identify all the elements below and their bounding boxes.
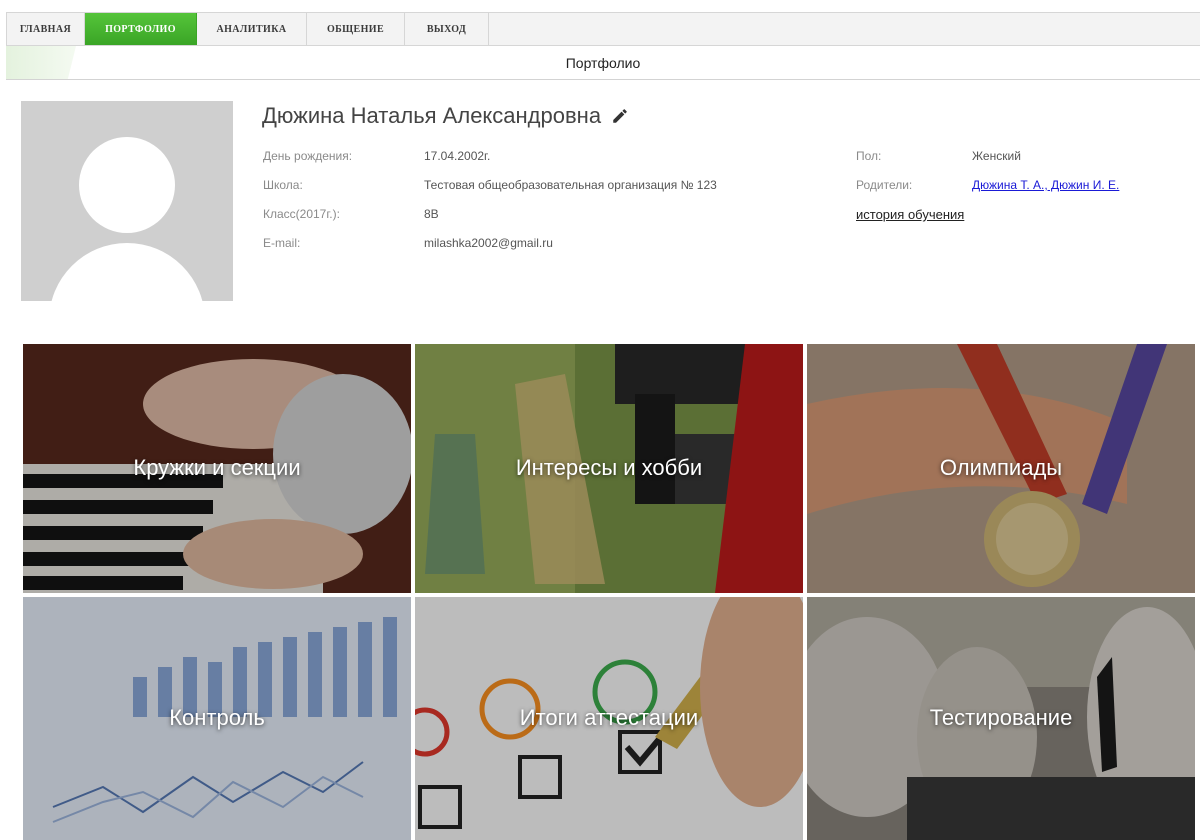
tab-logout[interactable]: ВЫХОД <box>405 13 489 45</box>
top-navigation: ГЛАВНАЯ ПОРТФОЛИО АНАЛИТИКА ОБЩЕНИЕ ВЫХО… <box>6 12 1200 46</box>
parents-label: Родители: <box>856 178 913 192</box>
avatar-shoulders <box>49 243 205 301</box>
tile-olympiads[interactable]: Олимпиады <box>807 344 1195 593</box>
history-link[interactable]: история обучения <box>856 207 964 222</box>
gender-value: Женский <box>972 149 1021 163</box>
tab-communication[interactable]: ОБЩЕНИЕ <box>307 13 405 45</box>
school-label: Школа: <box>263 178 303 192</box>
tile-label: Олимпиады <box>939 455 1063 481</box>
profile-name: Дюжина Наталья Александровна <box>262 103 602 128</box>
tile-label: Контроль <box>169 705 265 731</box>
tab-home[interactable]: ГЛАВНАЯ <box>7 13 85 45</box>
tile-attestation[interactable]: Итоги аттестации <box>415 597 803 840</box>
tile-control[interactable]: Контроль <box>23 597 411 840</box>
tile-label: Интересы и хобби <box>515 455 703 481</box>
avatar <box>21 101 233 301</box>
school-value: Тестовая общеобразовательная организация… <box>424 178 717 192</box>
tile-testing[interactable]: Тестирование <box>807 597 1195 840</box>
page-title: Портфолио <box>565 55 641 71</box>
birthday-value: 17.04.2002г. <box>424 149 491 163</box>
tile-interests[interactable]: Интересы и хобби <box>415 344 803 593</box>
class-value: 8В <box>424 207 439 221</box>
tile-label: Итоги аттестации <box>519 705 699 731</box>
profile-name-row: Дюжина Наталья Александровна <box>262 103 629 129</box>
tile-label: Кружки и секции <box>133 455 301 481</box>
birthday-label: День рождения: <box>263 149 353 163</box>
email-label: E-mail: <box>263 236 301 250</box>
page-title-bar: Портфолио <box>6 46 1200 80</box>
email-value: milashka2002@gmail.ru <box>424 236 553 250</box>
pencil-icon[interactable] <box>611 107 629 125</box>
class-label: Класс(2017г.): <box>263 207 340 221</box>
tab-analytics[interactable]: АНАЛИТИКА <box>197 13 307 45</box>
parents-link[interactable]: Дюжина Т. А., Дюжин И. Е. <box>972 178 1119 192</box>
gender-label: Пол: <box>856 149 882 163</box>
avatar-head <box>79 137 175 233</box>
tile-clubs[interactable]: Кружки и секции <box>23 344 411 593</box>
tile-label: Тестирование <box>929 705 1073 731</box>
tab-portfolio[interactable]: ПОРТФОЛИО <box>85 13 197 45</box>
